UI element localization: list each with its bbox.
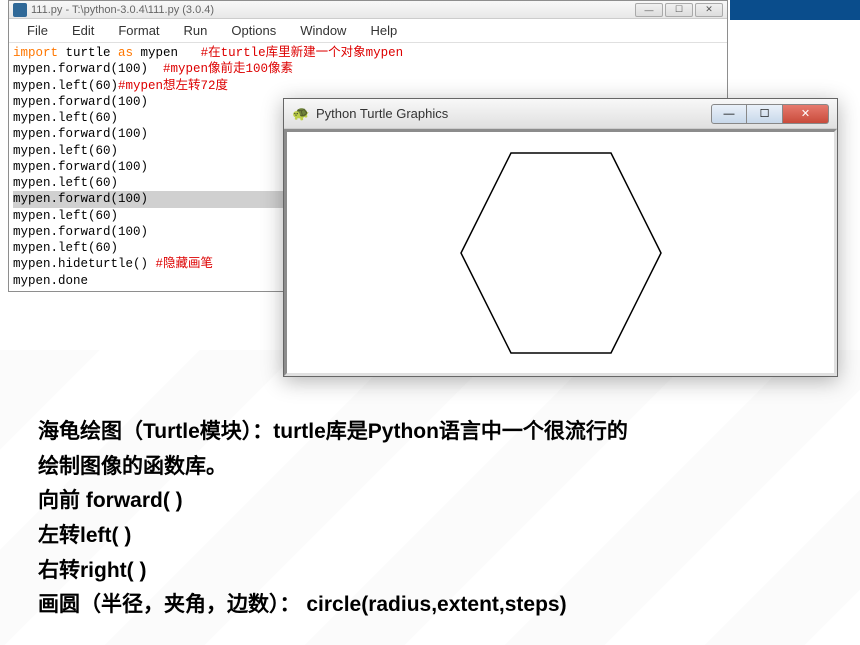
turtle-window-controls: — ☐ ✕ [711,104,829,124]
menu-options[interactable]: Options [221,21,286,40]
idle-window-title: 111.py - T:\python-3.0.4\111.py (3.0.4) [31,4,635,16]
maximize-button[interactable]: ☐ [747,104,783,124]
code-line: import turtle as mypen #在turtle库里新建一个对象m… [13,45,723,61]
explain-line: 向前 forward( ) [38,484,820,519]
menu-run[interactable]: Run [174,21,218,40]
menu-format[interactable]: Format [108,21,169,40]
menu-window[interactable]: Window [290,21,356,40]
hexagon-shape [421,133,701,373]
turtle-window-title: Python Turtle Graphics [316,106,711,121]
menu-edit[interactable]: Edit [62,21,104,40]
explain-line: 右转right( ) [38,554,820,589]
menu-file[interactable]: File [17,21,58,40]
explain-line: 海龟绘图（Turtle模块）：turtle库是Python语言中一个很流行的绘制… [38,415,648,484]
turtle-icon: 🐢 [292,106,308,122]
minimize-button[interactable]: — [711,104,747,124]
blue-corner-decoration [730,0,860,20]
idle-window-controls: — ☐ ✕ [635,3,723,17]
code-line: mypen.left(60)#mypen想左转72度 [13,78,723,94]
python-icon [13,3,27,17]
turtle-titlebar[interactable]: 🐢 Python Turtle Graphics — ☐ ✕ [284,99,837,129]
close-button[interactable]: ✕ [783,104,829,124]
turtle-graphics-window: 🐢 Python Turtle Graphics — ☐ ✕ [283,98,838,377]
menu-help[interactable]: Help [360,21,407,40]
explain-line: 左转left( ) [38,519,820,554]
explain-line: 画圆（半径，夹角，边数）： circle(radius,extent,steps… [38,588,820,623]
close-button[interactable]: ✕ [695,3,723,17]
maximize-button[interactable]: ☐ [665,3,693,17]
explanation-text: 海龟绘图（Turtle模块）：turtle库是Python语言中一个很流行的绘制… [38,415,820,623]
idle-titlebar[interactable]: 111.py - T:\python-3.0.4\111.py (3.0.4) … [9,1,727,19]
minimize-button[interactable]: — [635,3,663,17]
code-line: mypen.forward(100) #mypen像前走100像素 [13,61,723,77]
turtle-canvas [284,129,837,376]
idle-menubar: File Edit Format Run Options Window Help [9,19,727,43]
